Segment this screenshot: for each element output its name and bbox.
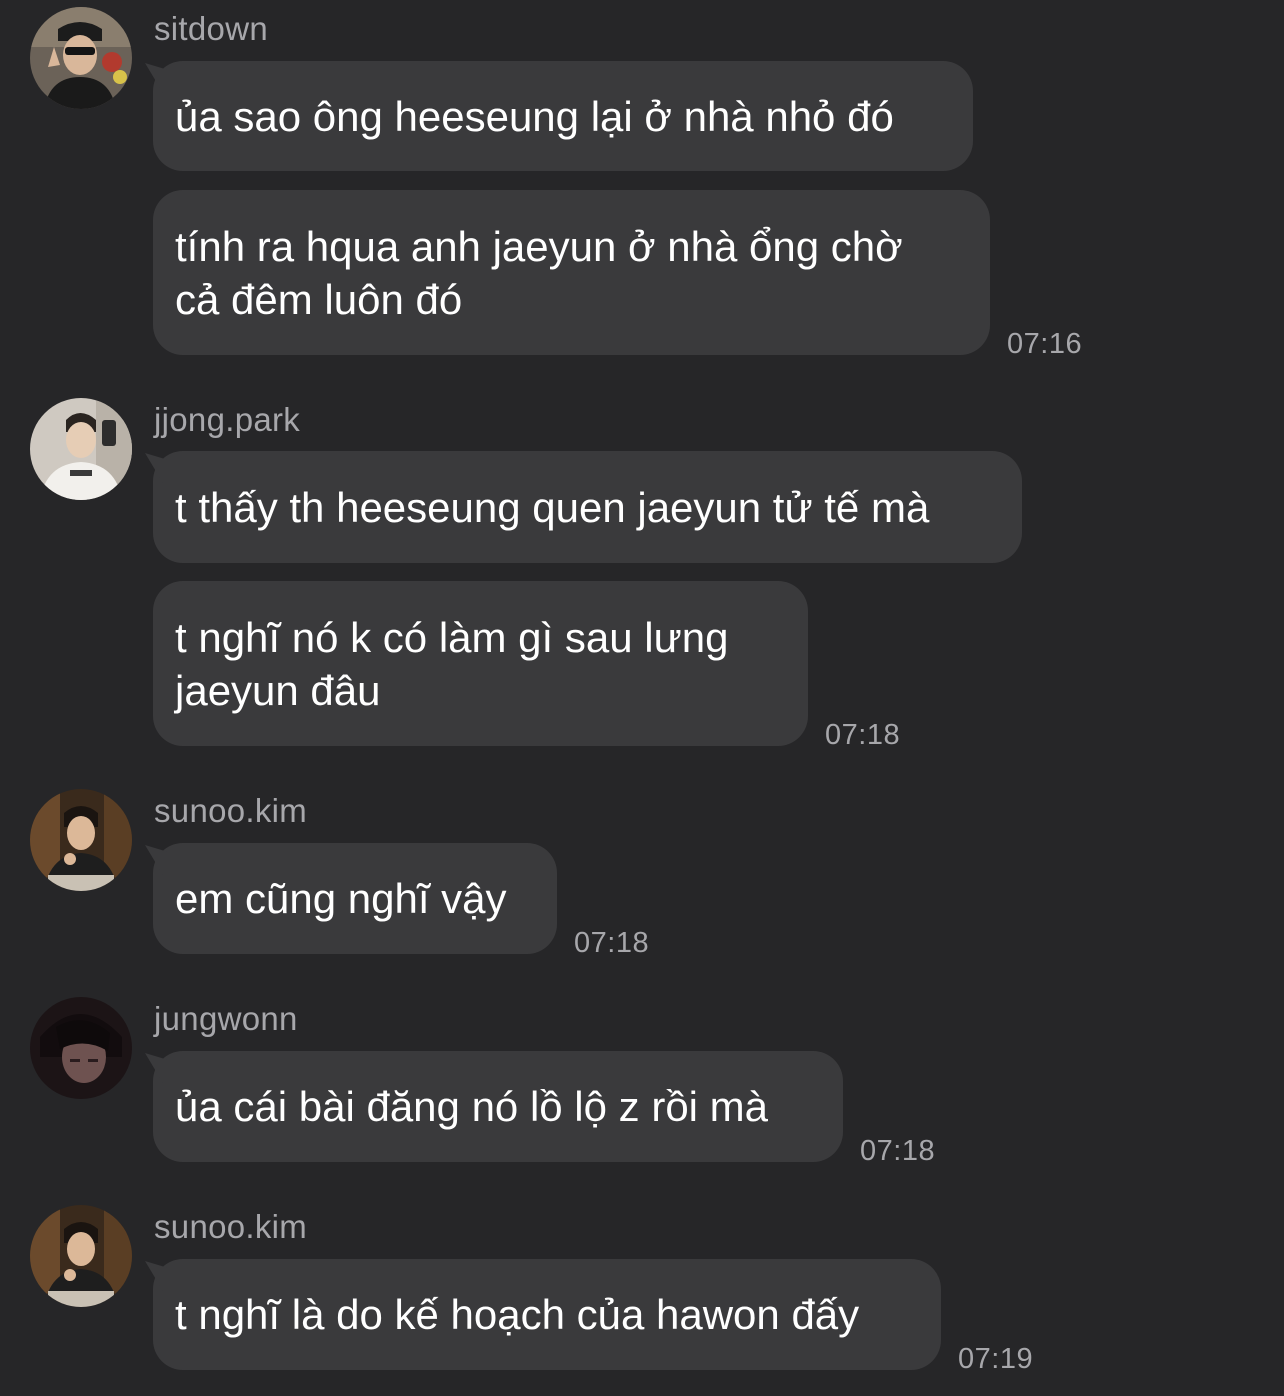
message-text: em cũng nghĩ vậy — [175, 875, 507, 922]
message-bubble[interactable]: t nghĩ là do kế hoạch của hawon đấy — [153, 1259, 941, 1370]
avatar-photo — [30, 997, 132, 1099]
username[interactable]: sunoo.kim — [154, 1207, 307, 1247]
message-text: ủa sao ông heeseung lại ở nhà nhỏ đó — [175, 92, 894, 140]
avatar-photo — [30, 398, 132, 500]
avatar-photo — [30, 1205, 132, 1307]
message-timestamp: 07:18 — [860, 1135, 936, 1167]
sitdown-avatar[interactable] — [30, 7, 132, 109]
message-bubble[interactable]: tính ra hqua anh jaeyun ở nhà ổng chờ cả… — [153, 190, 990, 355]
jjong-park-avatar[interactable] — [30, 398, 132, 500]
avatar-photo — [30, 789, 132, 891]
message-bubble[interactable]: t thấy th heeseung quen jaeyun tử tế mà — [153, 451, 1022, 563]
sunoo-kim-avatar[interactable] — [30, 789, 132, 891]
jungwonn-avatar[interactable] — [30, 997, 132, 1099]
message-bubble[interactable]: em cũng nghĩ vậy — [153, 843, 557, 954]
message-bubble[interactable]: ủa cái bài đăng nó lồ lộ z rồi mà — [153, 1051, 843, 1162]
username[interactable]: jungwonn — [154, 999, 298, 1039]
message-bubble[interactable]: t nghĩ nó k có làm gì sau lưng jaeyun đâ… — [153, 581, 808, 746]
username[interactable]: sitdown — [154, 9, 268, 49]
message-timestamp: 07:18 — [574, 927, 650, 959]
username[interactable]: sunoo.kim — [154, 791, 307, 831]
avatar-photo — [30, 7, 132, 109]
username[interactable]: jjong.park — [154, 400, 300, 440]
message-text: t nghĩ nó k có làm gì sau lưng jaeyun đâ… — [175, 613, 729, 714]
message-text: ủa cái bài đăng nó lồ lộ z rồi mà — [175, 1083, 769, 1130]
message-text: tính ra hqua anh jaeyun ở nhà ổng chờ cả… — [175, 222, 903, 323]
message-text: t nghĩ là do kế hoạch của hawon đấy — [175, 1291, 860, 1338]
message-bubble[interactable]: ủa sao ông heeseung lại ở nhà nhỏ đó — [153, 61, 973, 171]
message-timestamp: 07:16 — [1007, 328, 1083, 360]
sunoo-kim-avatar[interactable] — [30, 1205, 132, 1307]
message-text: t thấy th heeseung quen jaeyun tử tế mà — [175, 483, 930, 531]
message-timestamp: 07:18 — [825, 719, 901, 751]
message-timestamp: 07:19 — [958, 1343, 1034, 1375]
